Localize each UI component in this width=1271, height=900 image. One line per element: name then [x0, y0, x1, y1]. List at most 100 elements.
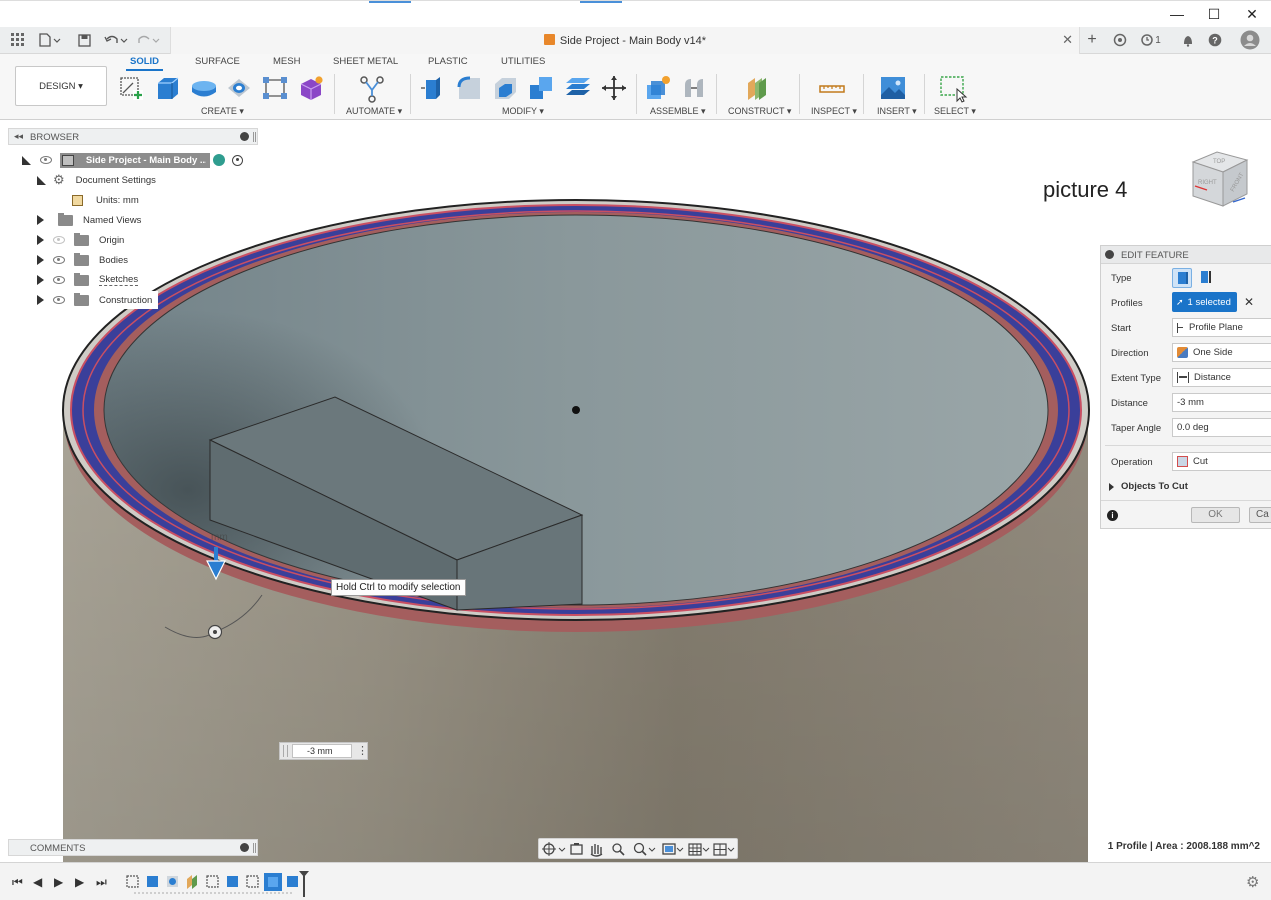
avatar[interactable] [1239, 30, 1261, 50]
modify-group-label[interactable]: MODIFY ▾ [502, 106, 544, 117]
objects-to-cut-section[interactable]: Objects To Cut [1109, 481, 1188, 492]
timeline-extrude-icon[interactable] [227, 876, 238, 887]
select-group-label[interactable]: SELECT ▾ [934, 106, 976, 117]
go-to-start-icon[interactable]: ⏮ [12, 875, 24, 889]
orbit-icon[interactable] [542, 842, 566, 856]
extent-type-select[interactable]: Distance [1172, 368, 1271, 387]
measure-icon[interactable] [819, 75, 845, 101]
joint-icon[interactable] [681, 75, 707, 101]
automate-icon[interactable] [359, 75, 385, 103]
offset-plane-icon[interactable] [745, 75, 771, 101]
expand-toggle[interactable] [37, 215, 44, 225]
shell-icon[interactable] [492, 75, 518, 101]
direction-select[interactable]: One Side [1172, 343, 1271, 362]
document-tab[interactable]: Side Project - Main Body v14* ✕ [170, 27, 1080, 54]
timeline-active-extrude-icon[interactable] [264, 873, 282, 891]
expand-toggle[interactable] [37, 175, 46, 185]
type-thin-button[interactable] [1196, 268, 1216, 288]
timeline-extrude-icon[interactable] [287, 876, 298, 887]
visibility-eye-icon[interactable] [53, 276, 65, 284]
panel-grip[interactable] [253, 843, 256, 853]
insert-group-label[interactable]: INSERT ▾ [877, 106, 917, 117]
tab-surface[interactable]: SURFACE [195, 56, 240, 67]
create-form-icon[interactable] [298, 75, 324, 101]
extensions-icon[interactable] [1111, 31, 1129, 49]
close-tab-icon[interactable]: ✕ [1062, 32, 1073, 48]
browser-item-construction[interactable]: Construction [37, 291, 159, 309]
timeline-marker[interactable] [298, 870, 310, 898]
collapse-panel-icon[interactable]: ◂◂ [14, 131, 23, 142]
display-settings-icon[interactable] [662, 843, 684, 855]
create-group-label[interactable]: CREATE ▾ [201, 106, 244, 117]
save-icon[interactable] [76, 31, 92, 49]
expand-toggle[interactable] [37, 235, 44, 245]
timeline-sketch-icon[interactable] [126, 875, 139, 888]
new-component-icon[interactable] [645, 75, 671, 101]
taper-angle-handle[interactable] [207, 624, 223, 640]
timeline-sketch-icon[interactable] [206, 875, 219, 888]
construct-group-label[interactable]: CONSTRUCT ▾ [728, 106, 791, 117]
tab-mesh[interactable]: MESH [273, 56, 300, 67]
taper-angle-input[interactable]: 0.0 deg [1172, 418, 1271, 437]
assemble-group-label[interactable]: ASSEMBLE ▾ [650, 106, 706, 117]
start-select[interactable]: Profile Plane [1172, 318, 1271, 337]
insert-image-icon[interactable] [880, 75, 906, 101]
grid-settings-icon[interactable] [688, 843, 710, 856]
viewports-icon[interactable] [713, 843, 735, 856]
root-highlight[interactable]: Side Project - Main Body ... [60, 152, 210, 168]
app-grid-icon[interactable] [10, 31, 26, 49]
undo-icon[interactable] [103, 31, 129, 49]
center-point[interactable] [572, 406, 580, 414]
distance-input[interactable]: -3 mm [1172, 393, 1271, 412]
timeline-features[interactable] [124, 871, 314, 897]
inspect-group-label[interactable]: INSPECT ▾ [811, 106, 857, 117]
profiles-selection-button[interactable]: ➚ 1 selected [1172, 292, 1237, 312]
minimize-icon[interactable]: — [1166, 5, 1188, 23]
revolve-icon[interactable] [190, 75, 216, 101]
timeline-sketch-icon[interactable] [246, 875, 259, 888]
add-comment-icon[interactable] [240, 843, 249, 852]
extrude-icon[interactable] [154, 75, 180, 101]
visibility-eye-icon[interactable] [53, 296, 65, 304]
fillet-icon[interactable] [456, 75, 482, 101]
browser-root-row[interactable]: Side Project - Main Body ... [22, 151, 258, 169]
workspace-switcher-button[interactable]: DESIGN ▾ [15, 66, 107, 106]
move-copy-icon[interactable] [601, 75, 627, 101]
expand-toggle[interactable] [22, 155, 31, 165]
more-options-icon[interactable]: ⋮ [357, 744, 368, 757]
type-solid-button[interactable] [1172, 268, 1192, 288]
browser-item-units[interactable]: Units: mm [72, 191, 139, 209]
browser-item-sketches[interactable]: Sketches [37, 271, 139, 289]
browser-item-bodies[interactable]: Bodies [37, 251, 128, 269]
redo-icon[interactable] [136, 31, 162, 49]
notifications-icon[interactable] [1180, 31, 1196, 49]
info-icon[interactable]: i [1107, 510, 1118, 521]
close-icon[interactable]: ✕ [1241, 5, 1263, 23]
go-to-end-icon[interactable]: ⏭ [96, 875, 108, 889]
visibility-eye-icon[interactable] [40, 156, 52, 164]
tab-utilities[interactable]: UTILITIES [501, 56, 545, 67]
expand-toggle[interactable] [37, 275, 44, 285]
pan-icon[interactable] [590, 844, 603, 857]
press-pull-icon[interactable] [420, 75, 446, 101]
stack-plane-icon[interactable] [564, 75, 590, 101]
distance-inline-value[interactable]: -3 mm [292, 744, 352, 758]
create-sketch-icon[interactable] [118, 75, 144, 101]
look-at-icon[interactable] [570, 843, 583, 855]
fit-zoom-icon[interactable] [633, 842, 656, 856]
maximize-icon[interactable]: ☐ [1203, 5, 1225, 23]
timeline-extrude-icon[interactable] [147, 876, 158, 887]
hole-icon[interactable] [226, 75, 252, 101]
expand-toggle[interactable] [37, 295, 44, 305]
job-status-icon[interactable]: 1 [1139, 31, 1163, 49]
expand-toggle[interactable] [37, 255, 44, 265]
clear-selection-icon[interactable]: ✕ [1244, 295, 1254, 309]
help-icon[interactable]: ? [1207, 31, 1223, 49]
browser-item-named-views[interactable]: Named Views [37, 211, 141, 229]
version-badge[interactable] [213, 154, 225, 166]
visibility-eye-icon[interactable] [53, 256, 65, 264]
step-back-icon[interactable]: ◀ [33, 875, 45, 889]
expand-triangle-icon[interactable] [1109, 482, 1114, 491]
operation-select[interactable]: Cut [1172, 452, 1271, 471]
play-icon[interactable]: ▶ [54, 875, 66, 889]
